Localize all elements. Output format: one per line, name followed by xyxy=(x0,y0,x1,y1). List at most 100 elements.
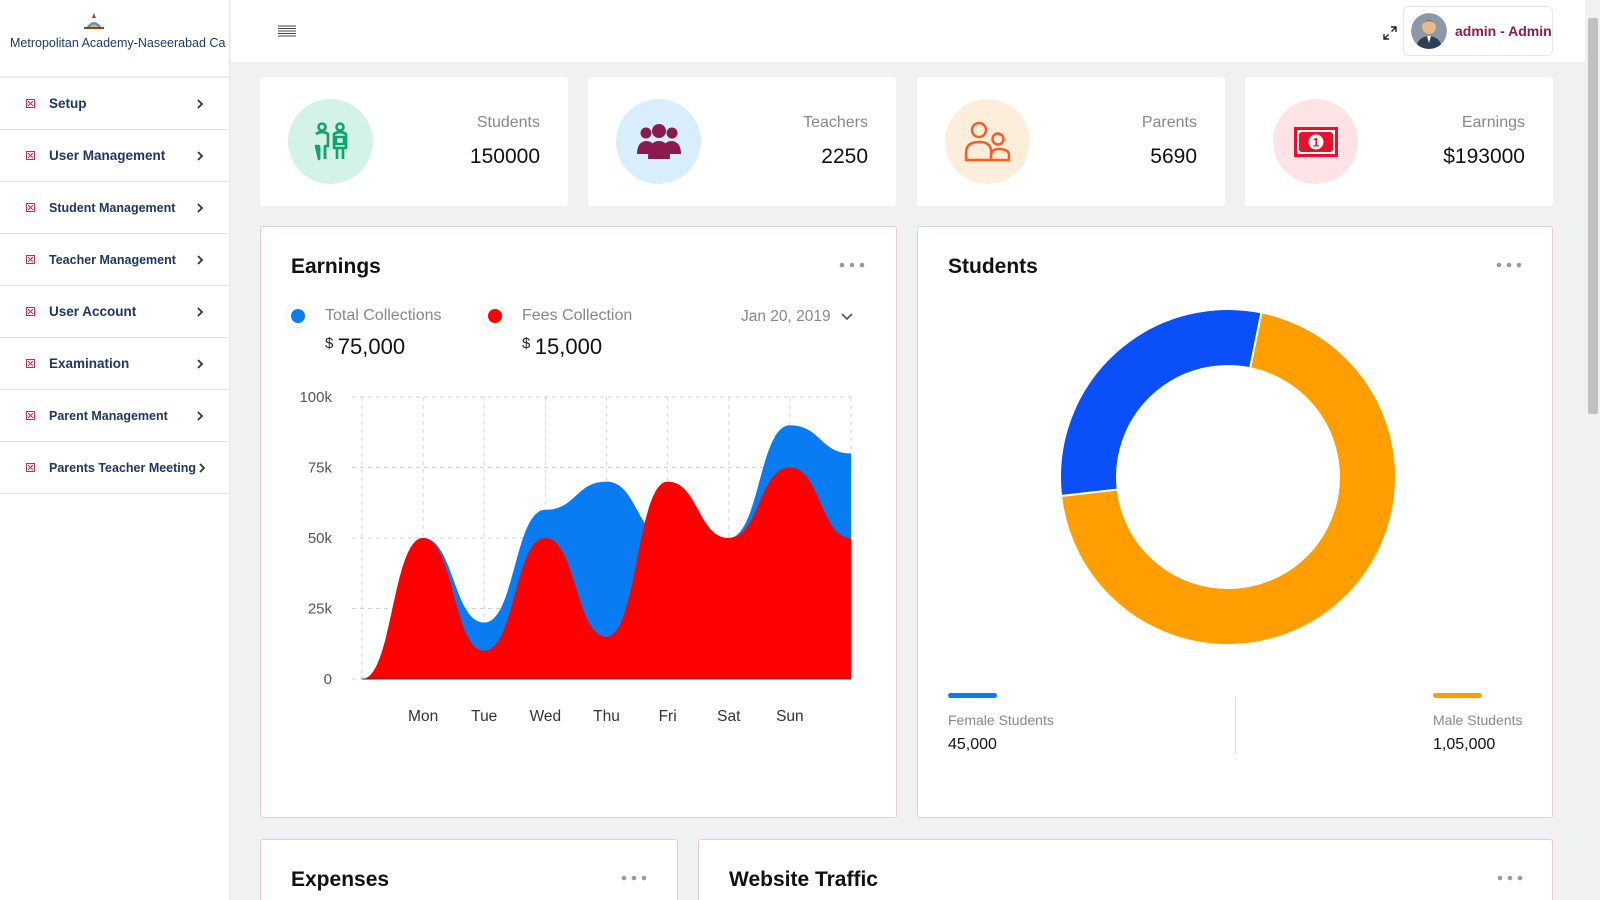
sidebar-item-label: Parents Teacher Meeting xyxy=(49,460,197,475)
sidebar-item-parent-management[interactable]: Parent Management xyxy=(0,390,229,442)
scrollbar-thumb[interactable] xyxy=(1588,18,1598,414)
amount-value: 75,000 xyxy=(337,334,406,359)
sidebar-item-user-account[interactable]: User Account xyxy=(0,286,229,338)
x-tick-label: Tue xyxy=(471,708,497,725)
panel-title: Expenses xyxy=(291,868,390,891)
website-traffic-panel: Website Traffic xyxy=(698,839,1553,900)
legend-amount: $ 75,000 xyxy=(325,334,405,360)
panel-title: Website Traffic xyxy=(729,868,878,891)
x-tick-label: Wed xyxy=(530,708,562,725)
stat-icon-circle xyxy=(616,99,701,184)
y-tick-label: 25k xyxy=(308,601,333,618)
sidebar-item-label: Setup xyxy=(49,96,87,111)
y-tick-label: 75k xyxy=(308,460,333,477)
top-bar: admin - Admin xyxy=(231,0,1585,62)
more-options-icon[interactable] xyxy=(621,874,647,882)
sidebar-item-label: Examination xyxy=(49,356,130,371)
avatar xyxy=(1411,13,1447,49)
sidebar-item-parents-teacher-meeting[interactable]: Parents Teacher Meeting xyxy=(0,442,229,494)
stat-label: Teachers xyxy=(803,114,868,131)
female-legend-bar xyxy=(948,693,997,698)
stat-value: 5690 xyxy=(1150,145,1197,168)
earnings-panel: Earnings Total Collections $ 75,000 Fees… xyxy=(260,226,897,818)
sidebar-item-user-management[interactable]: User Management xyxy=(0,130,229,182)
sidebar-item-label: Parent Management xyxy=(49,408,168,423)
school-logo-icon xyxy=(84,13,104,29)
donut-slice-female-students xyxy=(1059,308,1263,498)
stat-label: Earnings xyxy=(1461,114,1525,131)
chevron-right-icon xyxy=(197,307,204,317)
legend-label: Total Collections xyxy=(325,307,442,324)
legend-dot-blue xyxy=(291,309,305,323)
x-tick-label: Sun xyxy=(776,708,804,725)
y-tick-label: 100k xyxy=(299,389,332,406)
students-icon xyxy=(314,121,347,160)
male-students-value: 1,05,000 xyxy=(1433,736,1496,753)
male-legend-bar xyxy=(1433,693,1482,698)
amount-value: 15,000 xyxy=(534,334,603,359)
earnings-area-chart: 0 25k 50k 75k 100k Mon Tue Wed Thu Fri Sat Sun xyxy=(299,389,852,725)
school-name: Metropolitan Academy-Naseerabad Ca xyxy=(10,36,226,50)
menu-bullet-icon xyxy=(26,203,35,212)
x-tick-label: Fri xyxy=(659,708,677,725)
sidebar-item-label: Student Management xyxy=(49,200,176,215)
stat-icon-circle: 1 xyxy=(1273,99,1358,184)
chevron-right-icon xyxy=(197,203,204,213)
svg-text:1: 1 xyxy=(1312,135,1319,149)
parents-icon xyxy=(964,121,1010,161)
stat-icon-circle xyxy=(288,99,373,184)
brand: Metropolitan Academy-Naseerabad Ca xyxy=(0,0,229,78)
chevron-right-icon xyxy=(197,411,204,421)
hamburger-menu-icon[interactable] xyxy=(277,23,297,39)
menu-bullet-icon xyxy=(26,411,35,420)
x-tick-label: Thu xyxy=(593,708,620,725)
panel-title: Earnings xyxy=(291,255,381,278)
female-students-value: 45,000 xyxy=(948,736,997,753)
more-options-icon[interactable] xyxy=(1496,261,1522,269)
legend-dot-red xyxy=(488,309,502,323)
chevron-down-icon xyxy=(841,313,853,321)
money-icon: 1 xyxy=(1293,126,1338,157)
sidebar-item-student-management[interactable]: Student Management xyxy=(0,182,229,234)
menu-bullet-icon xyxy=(26,99,35,108)
expenses-panel: Expenses xyxy=(260,839,678,900)
legend-label: Fees Collection xyxy=(522,307,633,324)
stat-card-earnings: 1 Earnings $193000 xyxy=(1245,77,1553,206)
legend-amount: $ 15,000 xyxy=(522,334,602,360)
stat-value: $193000 xyxy=(1443,145,1525,168)
stat-card-teachers: Teachers 2250 xyxy=(588,77,896,206)
more-options-icon[interactable] xyxy=(839,261,865,269)
sidebar-item-label: User Management xyxy=(49,148,166,163)
sidebar-item-label: User Account xyxy=(49,304,137,319)
chevron-right-icon xyxy=(197,151,204,161)
page-scrollbar[interactable] xyxy=(1585,0,1600,900)
sidebar-nav: Setup User Management Student Management… xyxy=(0,78,229,494)
stat-value: 2250 xyxy=(821,145,868,168)
fullscreen-icon[interactable] xyxy=(1383,26,1397,40)
stat-label: Parents xyxy=(1141,114,1197,131)
female-students-label: Female Students xyxy=(948,712,1054,728)
students-donut-chart xyxy=(1059,308,1397,646)
students-panel: Students Female Students 45,000 Male Stu… xyxy=(917,226,1553,818)
male-students-label: Male Students xyxy=(1433,712,1523,728)
date-value: Jan 20, 2019 xyxy=(741,308,831,325)
stat-card-students: Students 150000 xyxy=(260,77,568,206)
chevron-right-icon xyxy=(197,359,204,369)
chevron-right-icon xyxy=(197,99,204,109)
y-tick-label: 0 xyxy=(324,671,332,688)
sidebar-item-setup[interactable]: Setup xyxy=(0,78,229,130)
sidebar: Metropolitan Academy-Naseerabad Ca Setup… xyxy=(0,0,230,900)
stat-icon-circle xyxy=(945,99,1030,184)
user-menu[interactable]: admin - Admin xyxy=(1403,6,1553,56)
sidebar-item-teacher-management[interactable]: Teacher Management xyxy=(0,234,229,286)
menu-bullet-icon xyxy=(26,359,35,368)
y-tick-label: 50k xyxy=(308,530,333,547)
stat-card-parents: Parents 5690 xyxy=(917,77,1225,206)
panel-title: Students xyxy=(948,255,1038,278)
chevron-right-icon xyxy=(197,255,204,265)
user-avatar-icon xyxy=(1411,13,1447,49)
more-options-icon[interactable] xyxy=(1497,874,1523,882)
date-dropdown[interactable]: Jan 20, 2019 xyxy=(741,306,853,328)
teachers-icon xyxy=(636,123,681,159)
sidebar-item-examination[interactable]: Examination xyxy=(0,338,229,390)
